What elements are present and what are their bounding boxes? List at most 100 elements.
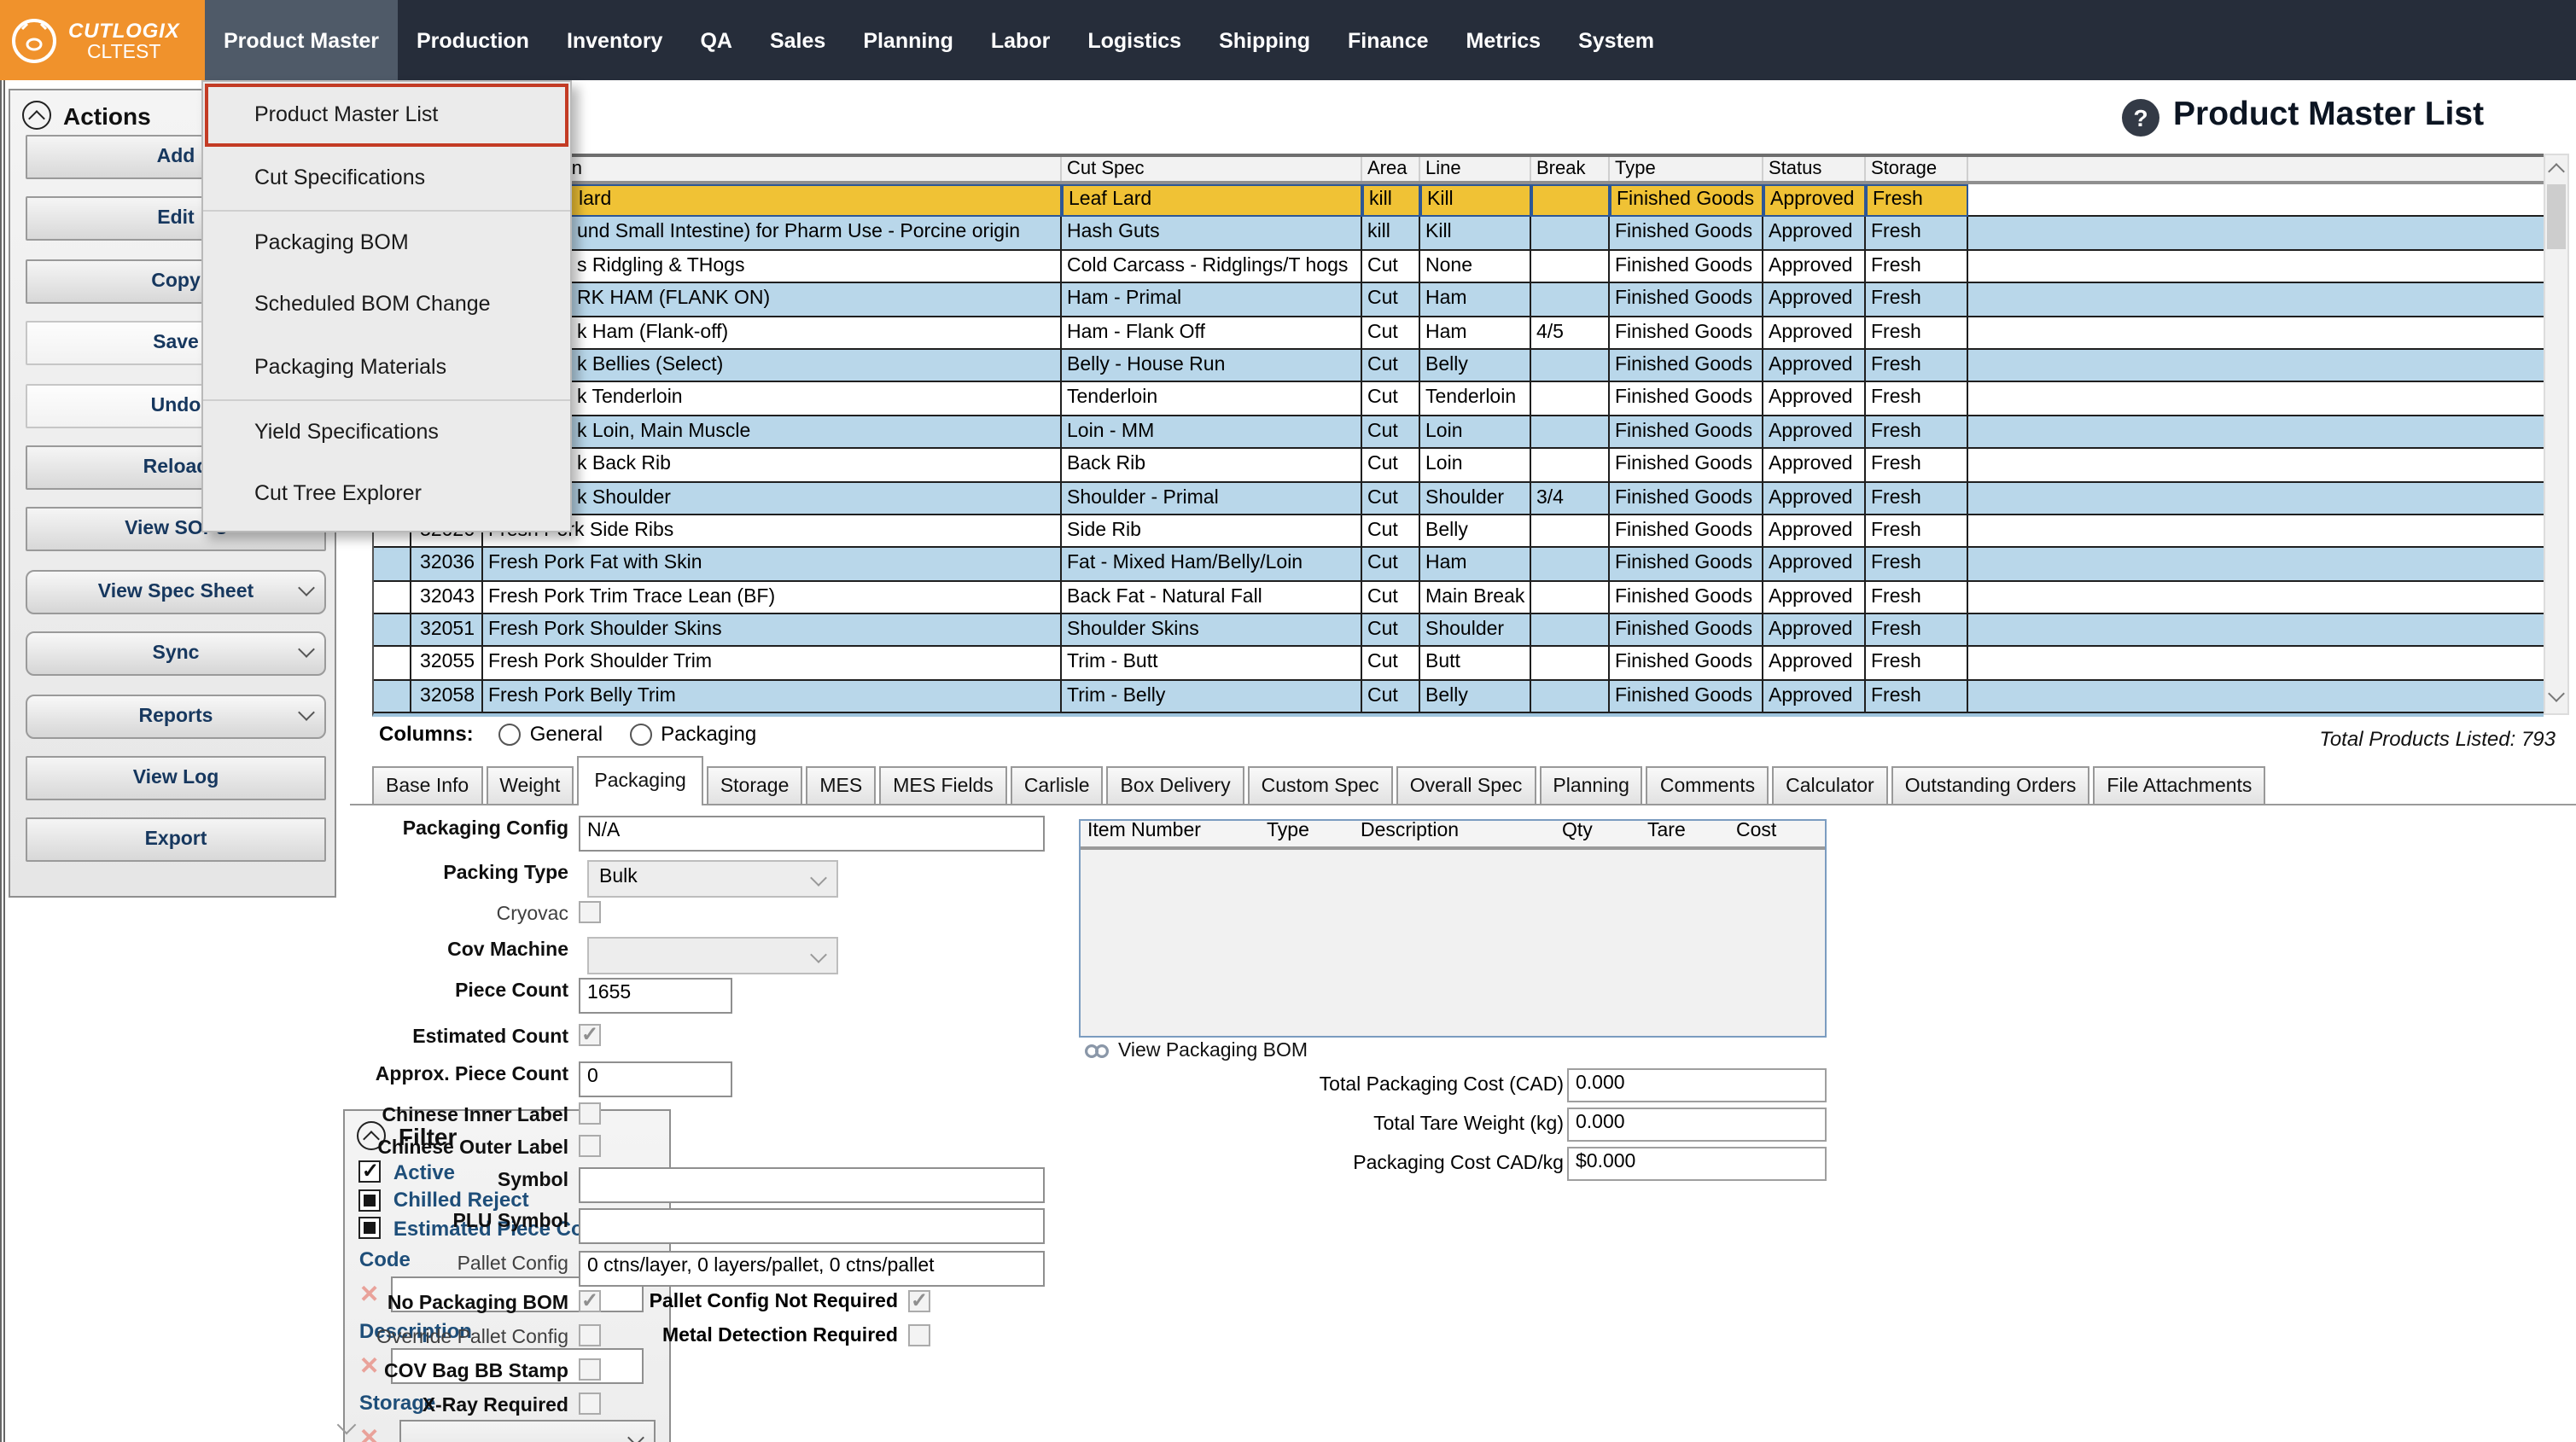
total-value-input[interactable]: $0.000 [1567, 1147, 1827, 1181]
checkbox[interactable] [908, 1290, 930, 1312]
tab[interactable]: Storage [707, 766, 803, 805]
checkbox[interactable] [908, 1324, 930, 1346]
checkbox[interactable] [579, 1135, 601, 1157]
action-button[interactable]: Sync [26, 631, 326, 676]
table-row[interactable]: 32051 Fresh Pork Shoulder Skins Shoulder… [374, 614, 2544, 648]
grid-vertical-scrollbar[interactable] [2544, 154, 2569, 715]
table-row[interactable]: k Loin, Main Muscle Loin - MM Cut Loin F… [374, 416, 2544, 449]
table-row[interactable]: s Ridgling & THogs Cold Carcass - Ridgli… [374, 251, 2544, 284]
text-input[interactable] [579, 1167, 1045, 1203]
row-selector-cell[interactable] [374, 648, 411, 681]
table-row[interactable]: 32058 Fresh Pork Belly Trim Trim - Belly… [374, 681, 2544, 714]
total-value-input[interactable]: 0.000 [1567, 1068, 1827, 1102]
columns-radio-option[interactable]: General [499, 722, 603, 746]
checkbox[interactable] [579, 1324, 601, 1346]
menu-item[interactable]: Cut Specifications [203, 147, 570, 210]
collapse-chevron-icon[interactable] [22, 101, 51, 130]
action-button[interactable]: View Spec Sheet [26, 569, 326, 613]
table-row[interactable]: 32026 Fresh Pork Side Ribs Side Rib Cut … [374, 515, 2544, 549]
action-button[interactable]: Export [26, 818, 326, 863]
grid-header-cell[interactable]: Type [1610, 157, 1763, 181]
tab[interactable]: Custom Spec [1248, 766, 1393, 805]
text-input[interactable]: 0 [579, 1061, 732, 1097]
tab[interactable]: Box Delivery [1107, 766, 1244, 805]
grid-header-cell[interactable]: Status [1763, 157, 1866, 181]
table-row[interactable]: k Shoulder Shoulder - Primal Cut Shoulde… [374, 482, 2544, 515]
select-input[interactable]: Bulk [587, 860, 838, 898]
table-row[interactable]: k Tenderloin Tenderloin Cut Tenderloin F… [374, 383, 2544, 416]
row-selector-cell[interactable] [374, 549, 411, 582]
total-value-input[interactable]: 0.000 [1567, 1108, 1827, 1142]
scroll-up-icon[interactable] [2548, 163, 2565, 180]
grid-header-cell[interactable]: Cut Spec [1062, 157, 1362, 181]
tab[interactable]: Outstanding Orders [1891, 766, 2090, 805]
main-menu-item[interactable]: Labor [972, 0, 1069, 80]
grid-header-cell[interactable]: Line [1420, 157, 1531, 181]
tab[interactable]: Calculator [1772, 766, 1888, 805]
bom-header-cell[interactable]: Item Number [1081, 821, 1260, 846]
view-packaging-bom-link[interactable]: View Packaging BOM [1084, 1041, 1308, 1061]
main-menu-item[interactable]: Product Master [205, 0, 398, 80]
help-icon[interactable]: ? [2122, 99, 2159, 137]
main-menu-item[interactable]: System [1559, 0, 1673, 80]
menu-item[interactable]: Product Master List [203, 84, 570, 147]
bom-header-cell[interactable]: Qty [1555, 821, 1641, 846]
grid-header-cell[interactable]: Area [1362, 157, 1420, 181]
table-row[interactable]: 32055 Fresh Pork Shoulder Trim Trim - Bu… [374, 648, 2544, 681]
tab[interactable]: Planning [1539, 766, 1643, 805]
main-menu-item[interactable]: QA [681, 0, 751, 80]
tab[interactable]: Base Info [372, 766, 482, 805]
menu-item[interactable]: Yield Specifications [203, 399, 570, 462]
menu-item[interactable]: Scheduled BOM Change [203, 273, 570, 336]
menu-item[interactable]: Packaging Materials [203, 336, 570, 399]
main-menu-item[interactable]: Production [398, 0, 548, 80]
tab[interactable]: MES Fields [879, 766, 1007, 805]
row-selector-cell[interactable] [374, 681, 411, 714]
main-menu-item[interactable]: Sales [751, 0, 844, 80]
bom-header-cell[interactable]: Cost [1729, 821, 1815, 846]
text-input[interactable] [579, 1208, 1045, 1244]
grid-header-cell[interactable]: Storage [1866, 157, 1968, 181]
columns-radio-option[interactable]: Packaging [630, 722, 756, 746]
bom-header-cell[interactable]: Description [1354, 821, 1555, 846]
row-selector-cell[interactable] [374, 581, 411, 614]
bom-header-cell[interactable]: Tare [1641, 821, 1729, 846]
tab[interactable]: Packaging [577, 756, 702, 805]
tab[interactable]: Overall Spec [1396, 766, 1536, 805]
tab[interactable]: File Attachments [2093, 766, 2265, 805]
table-row[interactable]: und Small Intestine) for Pharm Use - Por… [374, 218, 2544, 251]
tab[interactable]: Comments [1646, 766, 1769, 805]
menu-item[interactable]: Packaging BOM [203, 210, 570, 273]
tab[interactable]: Weight [486, 766, 574, 805]
main-menu-item[interactable]: Metrics [1448, 0, 1560, 80]
grid-header-cell[interactable] [1968, 157, 2544, 181]
tab[interactable]: MES [806, 766, 876, 805]
text-input[interactable]: N/A [579, 816, 1045, 852]
table-row[interactable]: k Bellies (Select) Belly - House Run Cut… [374, 350, 2544, 383]
table-row[interactable]: k Ham (Flank-off) Ham - Flank Off Cut Ha… [374, 317, 2544, 350]
scrollbar-thumb[interactable] [2547, 184, 2566, 249]
checkbox[interactable] [579, 1393, 601, 1415]
main-menu-item[interactable]: Inventory [548, 0, 682, 80]
checkbox[interactable] [579, 901, 601, 923]
table-row[interactable]: RK HAM (FLANK ON) Ham - Primal Cut Ham F… [374, 283, 2544, 317]
row-selector-cell[interactable] [374, 614, 411, 648]
select-input[interactable] [587, 937, 838, 974]
checkbox[interactable] [579, 1024, 601, 1046]
table-row[interactable]: 32043 Fresh Pork Trim Trace Lean (BF) Ba… [374, 581, 2544, 614]
text-input[interactable]: 0 ctns/layer, 0 layers/pallet, 0 ctns/pa… [579, 1251, 1045, 1287]
radio-icon[interactable] [499, 723, 522, 745]
tab[interactable]: Carlisle [1011, 766, 1104, 805]
main-menu-item[interactable]: Planning [844, 0, 972, 80]
checkbox[interactable] [579, 1290, 601, 1312]
text-input[interactable]: 1655 [579, 978, 732, 1014]
table-row[interactable]: lard Leaf Lard kill Kill Finished Goods … [374, 184, 2544, 218]
panel-scroll-down-icon[interactable] [340, 1410, 353, 1440]
grid-header-cell[interactable]: Break [1531, 157, 1610, 181]
action-button[interactable]: Reports [26, 694, 326, 738]
menu-item[interactable]: Cut Tree Explorer [203, 462, 570, 526]
radio-icon[interactable] [630, 723, 652, 745]
action-button[interactable]: View Log [26, 756, 326, 800]
checkbox[interactable] [579, 1358, 601, 1381]
scroll-down-icon[interactable] [2548, 685, 2565, 702]
